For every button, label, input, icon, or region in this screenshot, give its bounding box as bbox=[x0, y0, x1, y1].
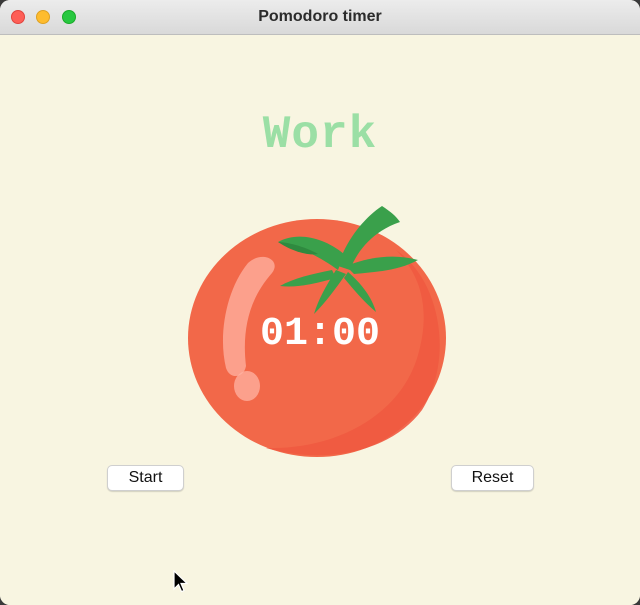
timer-display: 01:00 bbox=[259, 312, 381, 357]
start-button[interactable]: Start bbox=[107, 465, 184, 491]
mouse-pointer-icon bbox=[173, 570, 189, 593]
reset-button[interactable]: Reset bbox=[451, 465, 534, 491]
app-window: Pomodoro timer Work 01:00 Start Reset bbox=[0, 0, 640, 605]
window-title: Pomodoro timer bbox=[258, 8, 382, 25]
mode-label: Work bbox=[262, 109, 378, 161]
title-bar[interactable]: Pomodoro timer bbox=[0, 0, 640, 35]
timer-canvas: Work 01:00 Start Reset bbox=[0, 36, 640, 605]
